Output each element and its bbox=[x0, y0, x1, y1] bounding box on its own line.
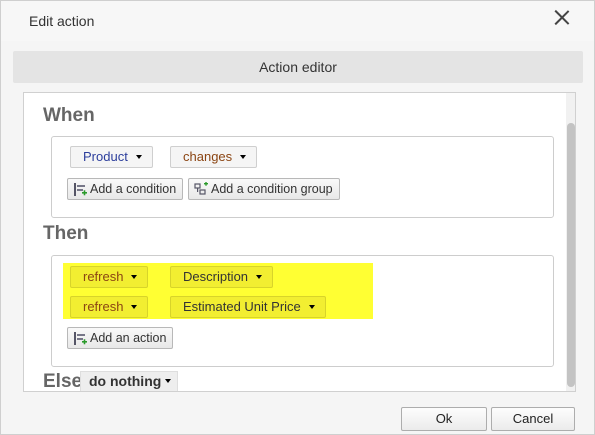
cancel-button[interactable]: Cancel bbox=[491, 407, 575, 431]
add-condition-icon bbox=[74, 183, 87, 196]
action-target-label: Description bbox=[183, 269, 249, 284]
add-action-icon bbox=[74, 332, 87, 345]
then-heading: Then bbox=[43, 223, 89, 244]
when-operator-dropdown[interactable]: changes bbox=[170, 146, 258, 168]
add-condition-group-icon bbox=[194, 182, 208, 195]
action-2-verb-dropdown[interactable]: refresh bbox=[70, 296, 149, 318]
when-field-label: Product bbox=[83, 149, 128, 164]
when-heading: When bbox=[43, 105, 95, 126]
add-action-label: Add an action bbox=[90, 331, 167, 345]
add-condition-group-label: Add a condition group bbox=[211, 182, 333, 196]
action-1-target-dropdown[interactable]: Description bbox=[170, 266, 274, 288]
chevron-down-icon bbox=[165, 379, 172, 383]
chevron-down-icon bbox=[256, 275, 263, 279]
chevron-down-icon bbox=[308, 305, 315, 309]
action-editor-header: Action editor bbox=[13, 51, 583, 83]
close-icon[interactable] bbox=[550, 6, 574, 30]
edit-action-dialog: Edit action Action editor When Product c… bbox=[0, 0, 595, 435]
when-field-dropdown[interactable]: Product bbox=[70, 146, 153, 168]
when-operator-label: changes bbox=[183, 149, 233, 164]
chevron-down-icon bbox=[131, 305, 138, 309]
action-verb-label: refresh bbox=[83, 269, 124, 284]
editor-panel: When Product changes Add a condition Add… bbox=[23, 92, 576, 392]
dialog-title: Edit action bbox=[29, 13, 95, 29]
when-box: Product changes Add a condition Add a co… bbox=[51, 136, 554, 218]
add-action-button[interactable]: Add an action bbox=[67, 327, 174, 349]
add-condition-button[interactable]: Add a condition bbox=[67, 178, 184, 200]
add-condition-group-button[interactable]: Add a condition group bbox=[188, 178, 340, 200]
chevron-down-icon bbox=[135, 155, 142, 159]
title-bar: Edit action bbox=[1, 1, 594, 41]
then-box: refresh Description refresh Estimated Un… bbox=[51, 255, 554, 367]
else-dropdown[interactable]: do nothing bbox=[80, 371, 179, 391]
action-target-label: Estimated Unit Price bbox=[183, 299, 301, 314]
action-verb-label: refresh bbox=[83, 299, 124, 314]
action-2-target-dropdown[interactable]: Estimated Unit Price bbox=[170, 296, 326, 318]
chevron-down-icon bbox=[131, 275, 138, 279]
scrollbar-thumb[interactable] bbox=[567, 123, 575, 387]
ok-button[interactable]: Ok bbox=[401, 407, 487, 431]
else-value: do nothing bbox=[89, 373, 162, 389]
else-heading: Else bbox=[43, 371, 83, 392]
chevron-down-icon bbox=[240, 155, 247, 159]
add-condition-label: Add a condition bbox=[90, 182, 177, 196]
action-1-verb-dropdown[interactable]: refresh bbox=[70, 266, 149, 288]
